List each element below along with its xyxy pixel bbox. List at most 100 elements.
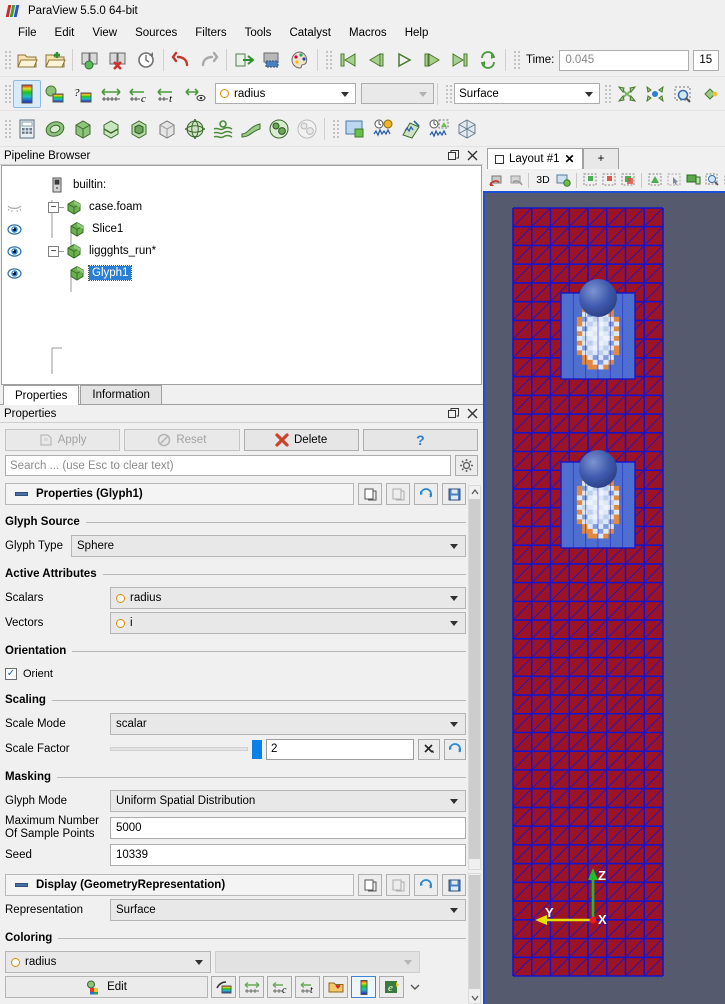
expander-collapse-icon[interactable]: − xyxy=(48,245,59,257)
color-array-combo[interactable]: radius xyxy=(215,83,357,104)
edit-color-button[interactable]: Edit xyxy=(5,976,208,998)
zoom-select-icon[interactable] xyxy=(703,171,721,189)
visibility-eye-closed-icon[interactable] xyxy=(2,201,26,214)
expander-collapse-icon[interactable]: − xyxy=(48,201,59,213)
copy-icon[interactable] xyxy=(358,483,382,505)
scale-factor-input[interactable]: 2 xyxy=(266,738,414,760)
split-horizontal-icon[interactable] xyxy=(341,115,369,143)
scale-factor-slider[interactable] xyxy=(110,747,248,751)
save-state-icon[interactable] xyxy=(132,46,160,74)
undock-icon[interactable] xyxy=(445,406,461,422)
rescale-to-data-icon[interactable] xyxy=(41,80,69,108)
camera-undo-icon[interactable] xyxy=(258,46,286,74)
menu-catalyst[interactable]: Catalyst xyxy=(280,24,340,42)
scroll-up-arrow-icon[interactable] xyxy=(469,486,480,497)
plot-over-time-icon[interactable] xyxy=(369,115,397,143)
properties-glyph-group-toggle[interactable]: Properties (Glyph1) xyxy=(5,483,354,505)
paste-icon[interactable] xyxy=(386,483,410,505)
color-palette-icon[interactable] xyxy=(286,46,314,74)
undo-camera-icon[interactable] xyxy=(487,171,505,189)
color-component-combo[interactable] xyxy=(361,83,435,104)
contour-icon[interactable] xyxy=(41,115,69,143)
properties-scroll-thumb-lower[interactable] xyxy=(469,875,480,989)
delete-button[interactable]: Delete xyxy=(243,429,359,451)
redo-icon[interactable] xyxy=(195,46,223,74)
close-icon[interactable] xyxy=(464,148,480,164)
stream-tracer-icon[interactable] xyxy=(209,115,237,143)
coloring-array-combo[interactable]: radius xyxy=(5,951,211,973)
tab-properties[interactable]: Properties xyxy=(3,385,80,405)
close-icon[interactable]: ✕ xyxy=(565,152,575,166)
pipeline-item-glyph1[interactable]: Glyph1 xyxy=(2,262,481,284)
toolbar-grip[interactable] xyxy=(324,49,332,71)
rotate-icon[interactable] xyxy=(697,80,725,108)
save-defaults-icon[interactable] xyxy=(442,483,466,505)
search-input[interactable]: Search ... (use Esc to clear text) xyxy=(5,455,451,476)
save-screenshot-icon[interactable] xyxy=(104,46,132,74)
redo-camera-icon[interactable] xyxy=(506,171,524,189)
toggle-scalarbar-icon[interactable] xyxy=(181,80,209,108)
zoom-to-data-icon[interactable] xyxy=(641,80,669,108)
tab-information[interactable]: Information xyxy=(80,385,162,404)
toolbar-grip[interactable] xyxy=(603,82,611,105)
menu-view[interactable]: View xyxy=(83,24,126,42)
toolbar-grip[interactable] xyxy=(3,117,11,140)
menu-sources[interactable]: Sources xyxy=(126,24,186,42)
loop-icon[interactable] xyxy=(474,46,502,74)
interactive-select-icon[interactable] xyxy=(684,171,702,189)
auto-apply-icon[interactable] xyxy=(230,46,258,74)
restore-defaults-icon[interactable] xyxy=(414,483,438,505)
row-orient[interactable]: ✓ Orient xyxy=(5,665,466,683)
scalars-combo[interactable]: radius xyxy=(110,587,466,609)
open-file-icon[interactable] xyxy=(13,46,41,74)
edit-color-map-icon[interactable] xyxy=(211,976,236,998)
pipeline-item-liggghtsrun[interactable]: − liggghts_run* xyxy=(2,240,481,262)
display-group-toggle[interactable]: Display (GeometryRepresentation) xyxy=(5,874,354,896)
toolbar-grip[interactable] xyxy=(3,82,11,105)
last-frame-icon[interactable] xyxy=(446,46,474,74)
render-view[interactable]: Z Y X xyxy=(485,193,725,1004)
vectors-combo[interactable]: i xyxy=(110,612,466,634)
copy-icon[interactable] xyxy=(358,874,382,896)
toolbar-grip[interactable] xyxy=(444,82,453,105)
properties-scrollbar-upper[interactable] xyxy=(468,485,481,870)
scale-factor-recompute-icon[interactable] xyxy=(444,738,466,760)
edit-color-map-icon[interactable] xyxy=(13,79,41,108)
select-block-icon[interactable] xyxy=(646,171,664,189)
chevron-down-icon[interactable] xyxy=(407,983,423,991)
plot-data-icon[interactable] xyxy=(397,115,425,143)
edit-scalarbar-icon[interactable]: e xyxy=(379,976,404,998)
next-frame-icon[interactable] xyxy=(418,46,446,74)
warp-icon[interactable] xyxy=(237,115,265,143)
first-frame-icon[interactable] xyxy=(334,46,362,74)
choose-preset-icon[interactable] xyxy=(323,976,348,998)
extract-level-icon[interactable] xyxy=(293,115,321,143)
rescale-visible-icon[interactable]: c xyxy=(125,80,153,108)
seed-input[interactable]: 10339 xyxy=(110,844,466,866)
toolbar-grip[interactable] xyxy=(3,49,11,71)
toolbar-grip[interactable] xyxy=(512,49,520,71)
zoom-to-box-icon[interactable] xyxy=(669,80,697,108)
layout-tab-1[interactable]: Layout #1 ✕ xyxy=(487,148,583,169)
glyph-icon[interactable] xyxy=(181,115,209,143)
menu-file[interactable]: File xyxy=(9,24,46,42)
hover-points-icon[interactable] xyxy=(665,171,683,189)
rescale-custom-icon[interactable]: c xyxy=(267,976,292,998)
extract-subset-icon[interactable] xyxy=(153,115,181,143)
toolbar-grip[interactable] xyxy=(331,117,339,140)
scale-factor-reset-icon[interactable] xyxy=(418,738,440,760)
pipeline-item-slice1[interactable]: Slice1 xyxy=(2,218,481,240)
apply-button[interactable]: Apply xyxy=(5,429,121,451)
select-cells-through-icon[interactable] xyxy=(619,171,637,189)
visibility-eye-icon[interactable] xyxy=(2,223,26,236)
scale-factor-slider-handle[interactable] xyxy=(252,739,262,759)
paste-icon[interactable] xyxy=(386,874,410,896)
camera-link-icon[interactable] xyxy=(554,171,572,189)
undo-icon[interactable] xyxy=(167,46,195,74)
coloring-component-combo[interactable] xyxy=(215,951,420,973)
render-view-frame[interactable]: Z Y X xyxy=(483,191,725,1004)
reset-camera-icon[interactable] xyxy=(613,80,641,108)
pipeline-item-casefoam[interactable]: − case.foam xyxy=(2,196,481,218)
pipeline-item-builtin[interactable]: builtin: xyxy=(2,174,481,196)
select-cells-icon[interactable] xyxy=(581,171,599,189)
